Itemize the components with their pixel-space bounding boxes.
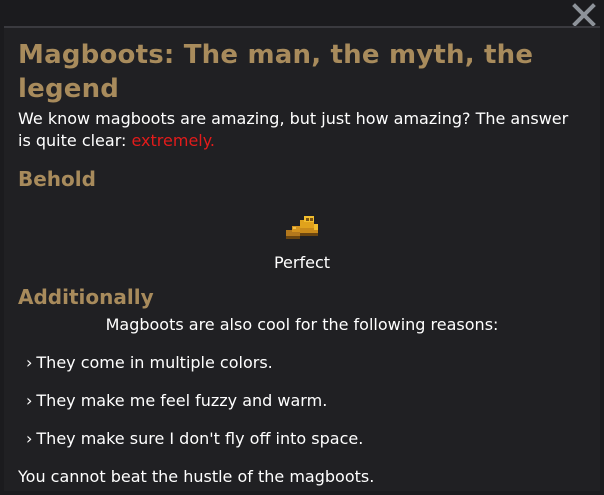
reason-text: They come in multiple colors.	[36, 353, 273, 372]
intro-text: We know magboots are amazing, but just h…	[18, 109, 569, 150]
magboots-icon	[286, 216, 318, 239]
content-panel: Magboots: The man, the myth, the legend …	[4, 26, 600, 491]
close-x-icon[interactable]	[572, 3, 596, 27]
page-title: Magboots: The man, the myth, the legend	[18, 40, 534, 104]
bullet-chevron-icon: ›	[26, 353, 33, 372]
list-item: › They come in multiple colors.	[18, 352, 586, 374]
behold-heading: Behold	[18, 167, 96, 191]
intro-highlight: extremely.	[131, 131, 216, 150]
list-item: › They make me feel fuzzy and warm.	[18, 390, 586, 412]
bullet-chevron-icon: ›	[26, 391, 33, 410]
reasons-list: › They come in multiple colors. › They mak…	[18, 352, 586, 450]
list-item: › They make sure I don't fly off into spa…	[18, 428, 586, 450]
reason-text: They make sure I don't fly off into spac…	[36, 429, 364, 448]
closing-text: You cannot beat the hustle of the magboo…	[18, 467, 375, 486]
intro-paragraph: We know magboots are amazing, but just h…	[18, 108, 586, 152]
additionally-heading: Additionally	[18, 285, 154, 309]
reasons-lead: Magboots are also cool for the following…	[105, 315, 499, 334]
bullet-chevron-icon: ›	[26, 429, 33, 448]
image-caption: Perfect	[273, 253, 331, 272]
window-titlebar	[0, 0, 604, 27]
magboots-figure	[18, 214, 586, 246]
content-body: Magboots: The man, the myth, the legend …	[4, 28, 600, 488]
reason-text: They make me feel fuzzy and warm.	[36, 391, 328, 410]
